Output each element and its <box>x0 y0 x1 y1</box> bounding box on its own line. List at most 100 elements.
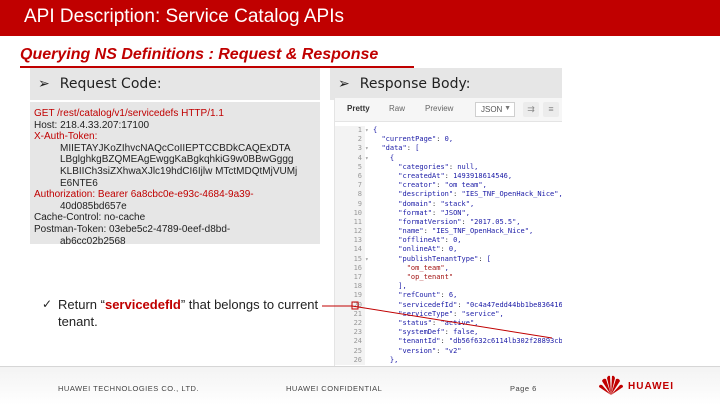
slide-title: API Description: Service Catalog APIs <box>24 6 344 27</box>
json-line: 7 "creator": "om team", <box>335 181 562 191</box>
line-number: 22 <box>335 318 365 329</box>
line-number: 18 <box>335 282 365 292</box>
request-code-line: 40d085bd657e <box>60 200 127 212</box>
tab-raw[interactable]: Raw <box>389 104 405 113</box>
json-line: 1 ▾{ <box>335 126 562 136</box>
slide-subtitle: Querying NS Definitions : Request & Resp… <box>20 46 379 63</box>
request-code-line: X-Auth-Token: <box>34 131 98 143</box>
arrow-bullet-icon: ➢ <box>338 76 350 92</box>
json-line: 6 "createdAt": 1493918614546, <box>335 171 562 182</box>
json-line: 20 "servicedefId": "0c4a47edd44bb1be8364… <box>335 300 562 310</box>
json-code: "serviceType": "service", <box>398 309 504 318</box>
request-heading-label: Request Code: <box>59 76 162 92</box>
json-line: 9 "domain": "stack", <box>335 199 562 209</box>
response-heading-label: Response Body: <box>359 76 471 92</box>
json-code: "description": "IES_TNF_OpenHack_Nice", <box>398 190 562 199</box>
json-code: "op_tenant" <box>406 273 454 281</box>
json-line: 25 "version": "v2" <box>335 346 562 356</box>
json-line: 24 "tenantId": "db56f632c6114lb302f28893… <box>335 337 562 347</box>
json-line: 14 "onlineAt": 0, <box>335 245 562 255</box>
fold-arrow-icon[interactable]: ▾ <box>365 126 371 135</box>
tab-preview[interactable]: Preview <box>425 104 453 113</box>
json-code: "servicedefId": "0c4a47edd44bb1be8364166… <box>398 300 562 309</box>
line-number: 5 <box>335 162 365 172</box>
request-code-line: GET /rest/catalog/v1/servicedefs HTTP/1.… <box>34 108 224 119</box>
json-line: 22 "status": "active", <box>335 318 562 329</box>
json-code: "version": "v2" <box>398 346 462 355</box>
line-number: 14 <box>335 245 365 255</box>
json-code: "domain": "stack", <box>398 199 475 208</box>
line-number: 23 <box>335 328 365 338</box>
request-code-line: E6NTE6 <box>60 177 98 189</box>
line-number: 9 <box>335 199 365 209</box>
format-select[interactable]: JSON ▼ <box>475 102 515 117</box>
json-line: 15 ▾ "publishTenantType": [ <box>335 254 562 264</box>
json-code: { <box>373 126 378 134</box>
line-number: 26 <box>335 355 365 365</box>
line-number: 1 <box>335 126 365 136</box>
wrap-lines-icon[interactable]: ⇉ <box>523 102 539 117</box>
footer-confidential: HUAWEI CONFIDENTIAL <box>286 384 383 393</box>
request-heading: ➢ Request Code: <box>30 68 320 100</box>
request-code-line: KLBIICh3siZXhwaXJlc19hdCI6Ijlw MTctMDQtM… <box>60 165 298 177</box>
json-code: "refCount": 6, <box>398 291 458 300</box>
list-icon[interactable]: ≡ <box>543 102 559 117</box>
line-number: 3 <box>335 144 365 154</box>
line-number: 24 <box>335 337 365 347</box>
json-line: 19 "refCount": 6, <box>335 291 562 301</box>
line-number: 19 <box>335 291 365 301</box>
json-line: 16 "om_team", <box>335 263 562 273</box>
huawei-logo-text: HUAWEI <box>628 381 674 392</box>
response-json: 1 ▾{2 "currentPage": 0, 3 ▾ "data": [4 ▾ {5 … <box>335 126 562 365</box>
response-heading: ➢ Response Body: <box>330 68 562 100</box>
response-toolbar: Pretty Raw Preview JSON ▼ ⇉ ≡ <box>335 98 562 122</box>
json-code: "createdAt": 1493918614546, <box>398 171 513 180</box>
line-number: 16 <box>335 263 365 273</box>
json-code: "format": "JSON", <box>398 208 470 217</box>
json-line: 10 "format": "JSON", <box>335 208 562 218</box>
format-select-value: JSON <box>481 105 503 114</box>
request-code-line: Authorization: Bearer 6a8cbc0e-e93c-4684… <box>34 189 254 201</box>
huawei-logo-icon <box>599 375 623 395</box>
note-highlight: servicedefId <box>104 297 181 312</box>
response-panel: Pretty Raw Preview JSON ▼ ⇉ ≡ 1 ▾{2 "curr… <box>334 98 562 380</box>
json-line: 3 ▾ "data": [ <box>335 144 562 154</box>
line-number: 10 <box>335 208 365 218</box>
fold-arrow-icon[interactable]: ▾ <box>365 255 371 264</box>
footer-page-number: Page 6 <box>510 384 537 393</box>
annotation-note: ✓ Return “servicedefId” that belongs to … <box>42 296 320 330</box>
line-number: 11 <box>335 217 365 228</box>
json-code: { <box>373 153 395 162</box>
line-number: 25 <box>335 346 365 356</box>
line-number: 21 <box>335 309 365 319</box>
footer-company: HUAWEI TECHNOLOGIES CO., LTD. <box>58 384 200 393</box>
json-code: "name": "IES_TNF_OpenHack_Nice", <box>398 227 534 236</box>
fold-arrow-icon[interactable]: ▾ <box>365 144 371 153</box>
tab-pretty[interactable]: Pretty <box>347 104 370 113</box>
json-line: 13 "offlineAt": 0, <box>335 236 562 246</box>
line-number: 12 <box>335 227 365 237</box>
note-prefix: Return “ <box>58 297 105 312</box>
json-code: "creator": "om team", <box>398 181 487 190</box>
json-code: "offlineAt": 0, <box>398 236 462 245</box>
arrow-bullet-icon: ➢ <box>38 76 50 92</box>
json-line: 5 "categories": null, <box>335 162 562 172</box>
check-icon: ✓ <box>42 297 53 311</box>
request-code: GET /rest/catalog/v1/servicedefs HTTP/1.… <box>34 108 319 247</box>
json-line: 21 "serviceType": "service", <box>335 309 562 319</box>
json-code: "categories": null, <box>398 162 479 171</box>
line-number: 15 <box>335 254 365 264</box>
title-bar: API Description: Service Catalog APIs <box>0 0 720 36</box>
json-line: 4 ▾ { <box>335 153 562 163</box>
fold-arrow-icon[interactable]: ▾ <box>365 154 371 163</box>
line-number: 7 <box>335 181 365 191</box>
json-code: "onlineAt": 0, <box>398 245 458 254</box>
json-code: "currentPage": 0, <box>381 135 454 144</box>
json-code: "publishTenantType": [ <box>398 254 492 263</box>
json-line: 8 "description": "IES_TNF_OpenHack_Nice"… <box>335 190 562 200</box>
line-number: 4 <box>335 153 365 163</box>
json-line: 11 "formatVersion": "2017.05.5", <box>335 217 562 228</box>
request-code-line: LBglghkgBZQMEAgEwggKaBgkqhkiG9w0BBwGggg <box>60 154 294 166</box>
line-number: 13 <box>335 236 365 246</box>
json-line: 2 "currentPage": 0, <box>335 135 562 145</box>
